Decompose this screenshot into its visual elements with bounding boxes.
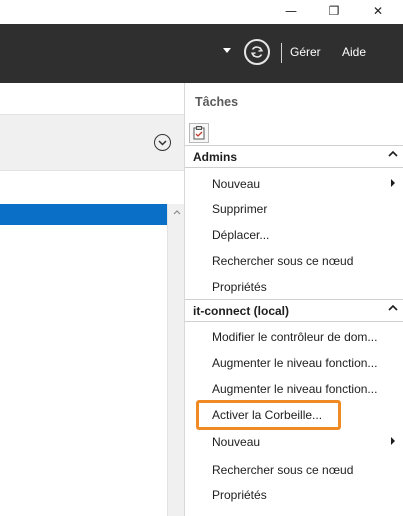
action-properties[interactable]: Propriétés [212, 488, 267, 502]
action-raise-domain-level[interactable]: Augmenter le niveau fonction... [212, 382, 377, 396]
action-new[interactable]: Nouveau [212, 435, 260, 449]
action-raise-forest-level[interactable]: Augmenter le niveau fonction... [212, 356, 377, 370]
refresh-button[interactable] [244, 39, 270, 65]
command-bar: Gérer Aide [0, 24, 403, 83]
clipboard-button[interactable] [189, 123, 209, 143]
action-move[interactable]: Déplacer... [212, 228, 269, 242]
main-content-pane [0, 83, 184, 516]
vertical-scrollbar[interactable] [167, 204, 184, 516]
minimize-button[interactable]: — [273, 0, 309, 22]
minimize-icon: — [285, 4, 297, 18]
clipboard-icon [193, 126, 205, 140]
title-bar: — ❐ ✕ [0, 0, 403, 24]
help-menu[interactable]: Aide [342, 45, 366, 59]
highlight-annotation [196, 400, 341, 430]
submenu-arrow-icon [391, 179, 395, 187]
chevron-up-icon[interactable] [388, 304, 398, 312]
refresh-icon [250, 46, 264, 58]
selected-list-row[interactable] [0, 204, 167, 225]
collapse-button[interactable] [154, 134, 171, 151]
action-delete[interactable]: Supprimer [212, 202, 267, 216]
content-header [0, 114, 184, 171]
chevron-up-icon[interactable] [388, 150, 398, 158]
submenu-arrow-icon [391, 437, 395, 445]
dropdown-arrow-icon[interactable] [223, 48, 231, 53]
action-new[interactable]: Nouveau [212, 177, 260, 191]
action-properties[interactable]: Propriétés [212, 280, 267, 294]
section-admins[interactable]: Admins [185, 145, 403, 168]
manage-menu[interactable]: Gérer [290, 45, 321, 59]
restore-icon: ❐ [328, 4, 340, 18]
scroll-up-button[interactable] [168, 204, 185, 221]
toolbar-separator [281, 43, 282, 63]
section-label: Admins [193, 150, 238, 164]
restore-button[interactable]: ❐ [316, 0, 352, 22]
actions-pane-title: Tâches [195, 95, 239, 109]
section-domain[interactable]: it-connect (local) [185, 299, 403, 322]
close-icon: ✕ [372, 4, 384, 18]
action-search-under-node[interactable]: Rechercher sous ce nœud [212, 254, 353, 268]
chevron-down-icon [158, 139, 167, 146]
action-search-under-node[interactable]: Rechercher sous ce nœud [212, 463, 353, 477]
section-label: it-connect (local) [193, 304, 290, 318]
actions-pane: Tâches Admins Nouveau Supprimer Déplacer… [184, 83, 403, 516]
close-button[interactable]: ✕ [360, 0, 396, 22]
chevron-up-icon [173, 210, 180, 215]
action-change-domain-controller[interactable]: Modifier le contrôleur de dom... [212, 330, 377, 344]
